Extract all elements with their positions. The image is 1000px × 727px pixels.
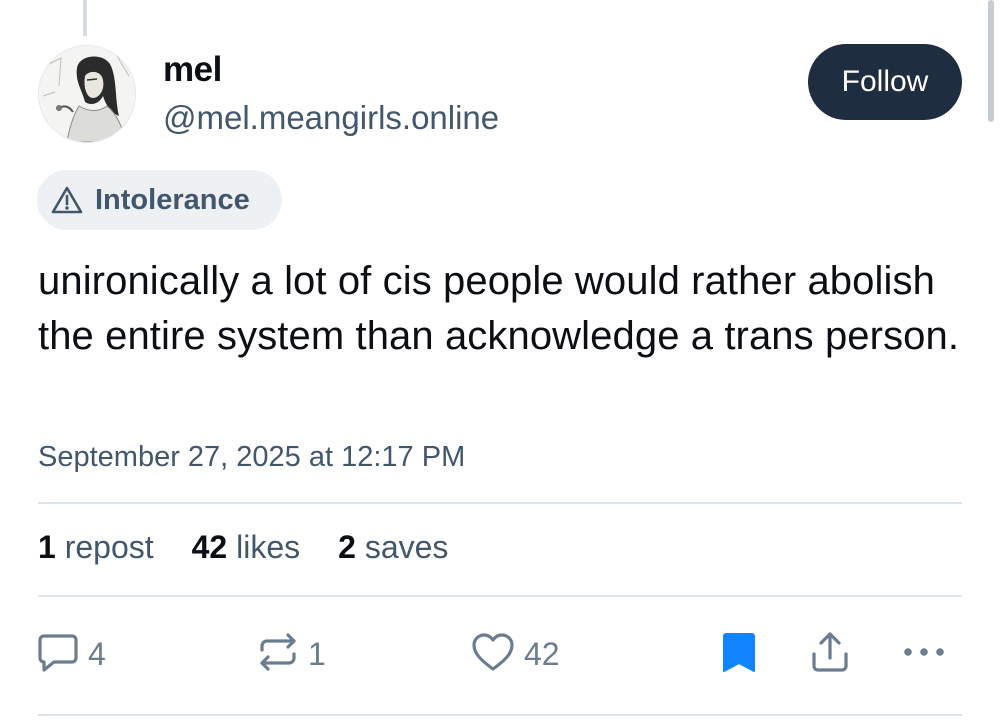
author-handle[interactable]: @mel.meangirls.online (163, 99, 499, 137)
stat-label: likes (236, 529, 301, 565)
repost-count: 1 (308, 636, 326, 672)
stat-number: 1 (38, 529, 56, 565)
content-warning-text: Intolerance (95, 183, 250, 216)
reply-bubble-icon (36, 630, 80, 679)
repost-icon (256, 630, 300, 679)
like-count: 42 (524, 636, 560, 672)
like-button[interactable]: 42 (470, 630, 560, 679)
bookmark-button[interactable] (720, 630, 760, 679)
avatar[interactable] (38, 45, 136, 143)
stat-number: 2 (338, 529, 356, 565)
likes-count-stat[interactable]: 42 likes (192, 529, 301, 566)
follow-button[interactable]: Follow (808, 44, 962, 120)
share-icon (808, 630, 852, 679)
warning-triangle-icon (51, 183, 85, 217)
content-warning-label[interactable]: Intolerance (37, 170, 282, 230)
reply-count: 4 (88, 636, 106, 672)
repost-count-stat[interactable]: 1 repost (38, 529, 154, 566)
reply-button[interactable]: 4 (36, 630, 106, 679)
more-options-button[interactable] (900, 630, 948, 679)
thread-connector-line (83, 0, 87, 36)
more-dots-icon (900, 630, 948, 679)
repost-button[interactable]: 1 (256, 630, 326, 679)
saves-count-stat[interactable]: 2 saves (338, 529, 448, 566)
post-timestamp: September 27, 2025 at 12:17 PM (38, 441, 466, 473)
post-text: unironically a lot of cis people would r… (38, 259, 960, 358)
heart-icon (470, 630, 516, 679)
bookmark-icon (720, 630, 760, 679)
scrollbar[interactable] (988, 0, 994, 122)
stat-label: saves (364, 529, 449, 565)
divider (38, 714, 962, 716)
post-stats: 1 repost 42 likes 2 saves (38, 529, 486, 566)
author-display-name[interactable]: mel (163, 50, 222, 90)
stat-number: 42 (191, 529, 228, 565)
share-button[interactable] (808, 630, 852, 679)
stat-label: repost (64, 529, 154, 565)
divider (38, 502, 962, 504)
divider (38, 595, 962, 597)
